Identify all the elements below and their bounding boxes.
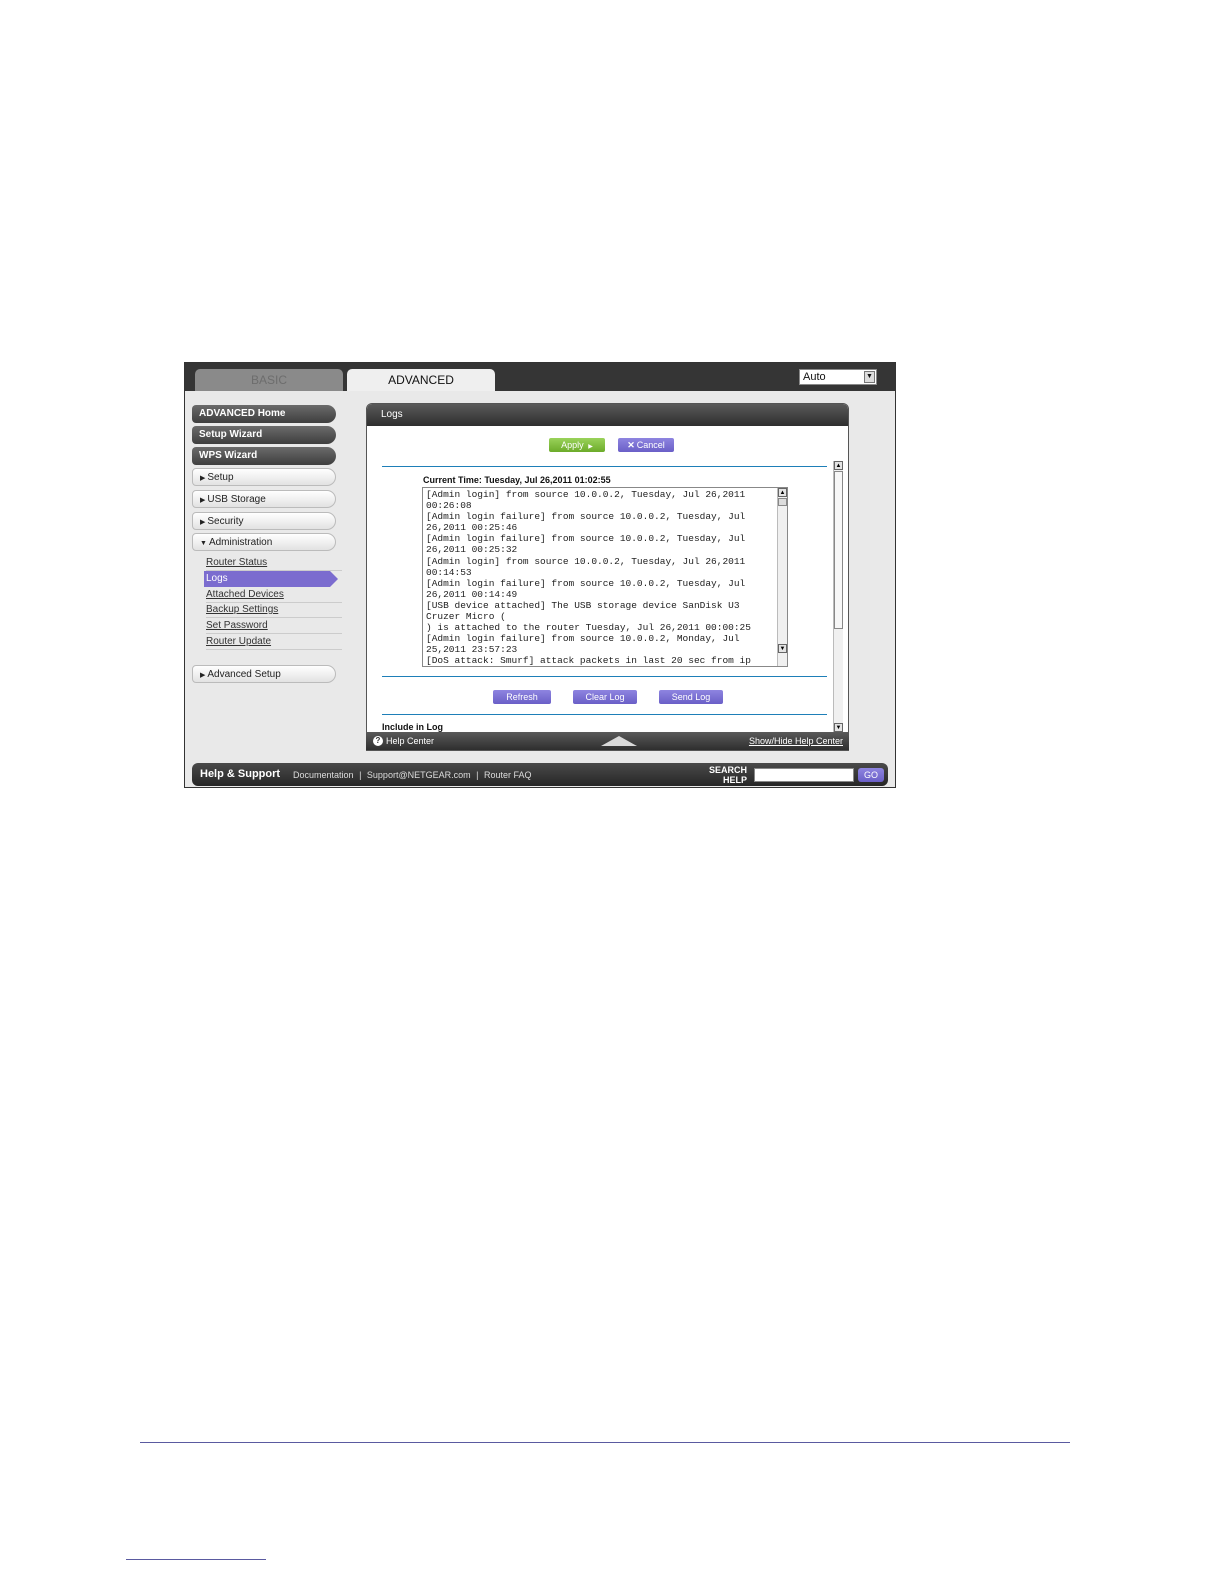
admin-link-attached-devices[interactable]: Attached Devices <box>206 587 342 603</box>
link-separator: | <box>476 770 479 780</box>
panel-scrollbar[interactable]: ▲ ▼ <box>833 461 843 733</box>
footer-title: Help & Support <box>200 768 281 780</box>
log-textarea[interactable]: [Admin login] from source 10.0.0.2, Tues… <box>422 487 788 667</box>
admin-link-set-password[interactable]: Set Password <box>206 618 342 634</box>
scroll-up-icon[interactable]: ▲ <box>778 488 787 497</box>
admin-link-router-update[interactable]: Router Update <box>206 634 342 650</box>
search-help-label: SEARCH HELP <box>703 765 747 785</box>
panel-title: Logs <box>367 404 848 426</box>
expand-triangle-icon[interactable] <box>601 736 637 746</box>
sidebar-item-label: USB Storage <box>207 494 266 505</box>
chevron-down-icon[interactable]: ▼ <box>864 371 875 383</box>
search-help-input[interactable] <box>754 768 854 782</box>
triangle-right-icon: ▶ <box>200 519 206 526</box>
triangle-right-icon: ▶ <box>200 475 206 482</box>
sidebar-item-label: Administration <box>208 537 273 548</box>
sidebar-wps-wizard-button[interactable]: WPS Wizard <box>192 447 336 465</box>
scroll-thumb[interactable] <box>834 471 843 629</box>
router-admin-window: BASIC ADVANCED Auto ▼ ADVANCED Home Setu… <box>184 362 896 788</box>
sidebar-item-label: Security <box>207 516 244 527</box>
play-icon: ▶ <box>588 444 593 450</box>
top-bar: BASIC ADVANCED Auto ▼ <box>185 363 895 391</box>
router-faq-link[interactable]: Router FAQ <box>484 770 532 780</box>
tab-advanced[interactable]: ADVANCED <box>347 369 495 391</box>
page-divider <box>140 1442 1070 1443</box>
show-hide-help-center-link[interactable]: Show/Hide Help Center <box>749 732 843 750</box>
log-scrollbar[interactable]: ▲ ▼ <box>777 488 787 666</box>
divider <box>382 714 827 715</box>
current-time: Current Time: Tuesday, Jul 26,2011 01:02… <box>423 475 611 485</box>
link-separator: | <box>359 770 362 780</box>
page-divider-short <box>126 1559 266 1560</box>
help-center-bar: ? Help Center Show/Hide Help Center <box>366 732 849 750</box>
divider <box>382 466 827 467</box>
sidebar-advanced-home-button[interactable]: ADVANCED Home <box>192 405 336 423</box>
documentation-link[interactable]: Documentation <box>293 770 354 780</box>
logs-panel: Logs Apply ▶ ✕ Cancel Current Time: Tuesd… <box>366 403 849 751</box>
tab-basic[interactable]: BASIC <box>195 369 343 391</box>
help-icon[interactable]: ? <box>373 736 383 746</box>
divider <box>382 676 827 677</box>
clear-log-button[interactable]: Clear Log <box>573 690 637 704</box>
scroll-down-icon[interactable]: ▼ <box>834 723 843 732</box>
include-in-log-heading: Include in Log <box>382 722 443 732</box>
log-text: [Admin login] from source 10.0.0.2, Tues… <box>426 489 751 667</box>
refresh-button[interactable]: Refresh <box>493 690 551 704</box>
apply-button[interactable]: Apply ▶ <box>549 438 605 452</box>
sidebar-item-administration[interactable]: ▼ Administration <box>192 533 336 551</box>
search-label-line-2: HELP <box>722 775 747 785</box>
search-label-line-1: SEARCH <box>708 765 747 775</box>
sidebar-item-label: Setup <box>207 472 234 483</box>
sidebar-item-usb-storage[interactable]: ▶ USB Storage <box>192 490 336 508</box>
footer-links: Documentation | Support@NETGEAR.com | Ro… <box>293 770 535 780</box>
scroll-down-icon[interactable]: ▼ <box>778 644 787 653</box>
triangle-down-icon: ▼ <box>200 540 207 547</box>
go-button[interactable]: GO <box>858 768 884 782</box>
apply-button-label: Apply <box>561 440 584 450</box>
admin-link-backup-settings[interactable]: Backup Settings <box>206 602 342 618</box>
language-select-value: Auto <box>803 371 826 383</box>
sidebar-item-setup[interactable]: ▶ Setup <box>192 468 336 486</box>
triangle-right-icon: ▶ <box>200 672 206 679</box>
support-email-link[interactable]: Support@NETGEAR.com <box>367 770 471 780</box>
cancel-button-label: Cancel <box>636 440 665 450</box>
sidebar-item-advanced-setup[interactable]: ▶ Advanced Setup <box>192 665 336 683</box>
close-icon: ✕ <box>627 440 635 450</box>
scroll-thumb[interactable] <box>778 498 787 506</box>
sidebar-item-security[interactable]: ▶ Security <box>192 512 336 530</box>
help-center-label[interactable]: Help Center <box>386 732 434 750</box>
sidebar-item-label: Advanced Setup <box>207 669 281 680</box>
send-log-button[interactable]: Send Log <box>659 690 723 704</box>
cancel-button[interactable]: ✕ Cancel <box>618 438 674 452</box>
admin-link-logs[interactable]: Logs <box>204 571 338 587</box>
triangle-right-icon: ▶ <box>200 497 206 504</box>
sidebar-setup-wizard-button[interactable]: Setup Wizard <box>192 426 336 444</box>
help-support-footer: Help & Support Documentation | Support@N… <box>192 763 888 786</box>
language-select[interactable]: Auto ▼ <box>799 369 877 385</box>
scroll-up-icon[interactable]: ▲ <box>834 461 843 470</box>
admin-link-router-status[interactable]: Router Status <box>206 555 342 571</box>
